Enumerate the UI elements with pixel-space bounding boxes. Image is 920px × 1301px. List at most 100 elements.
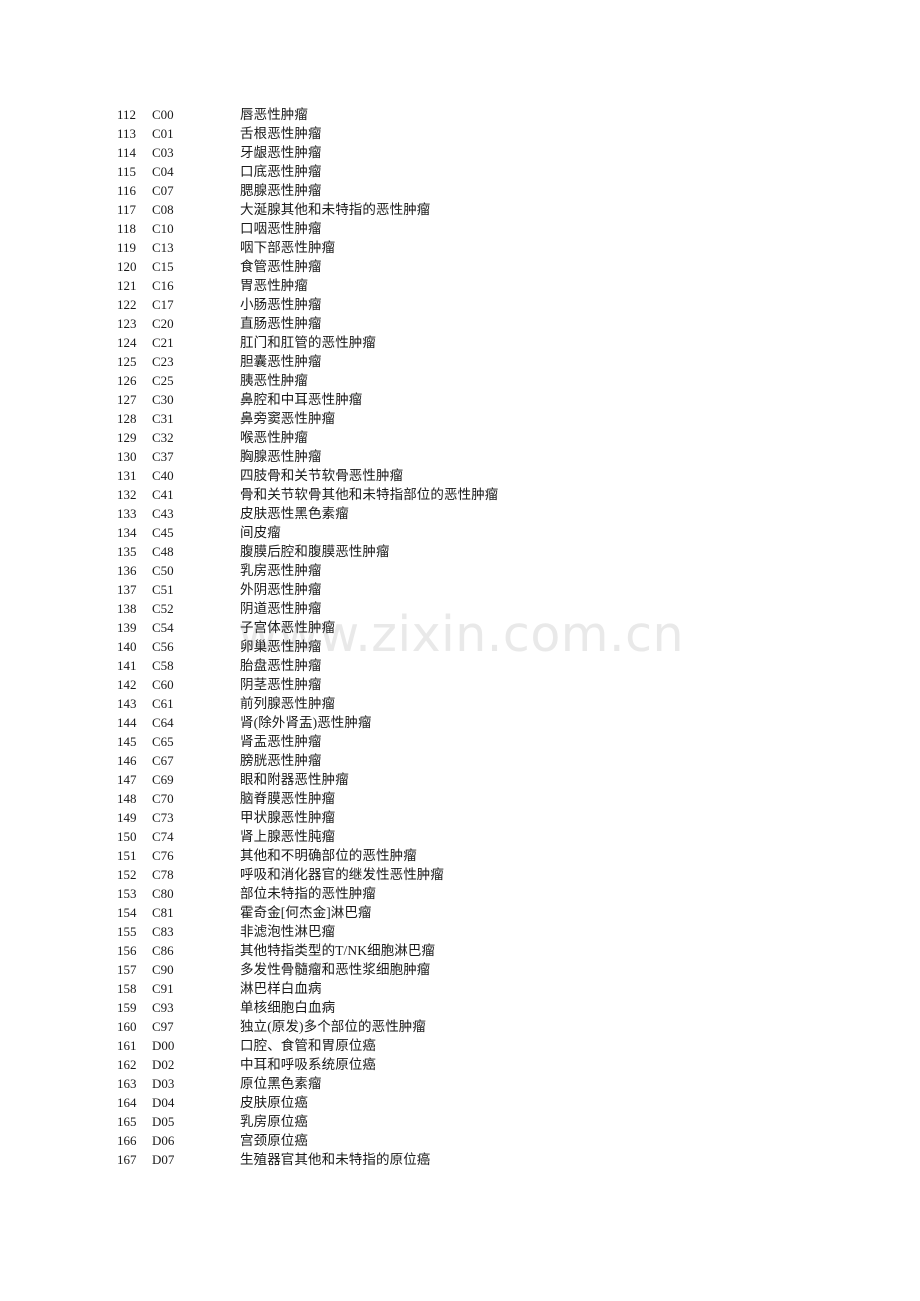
row-description: 口腔、食管和胃原位癌 xyxy=(240,1038,376,1053)
table-row: 134 C45 间皮瘤 xyxy=(0,523,498,542)
table-row: 142 C60 阴茎恶性肿瘤 xyxy=(0,675,498,694)
table-row: 161 D00 口腔、食管和胃原位癌 xyxy=(0,1036,498,1055)
row-description: 四肢骨和关节软骨恶性肿瘤 xyxy=(240,468,404,483)
row-icd-code: C86 xyxy=(152,943,174,958)
row-description: 鼻旁窦恶性肿瘤 xyxy=(240,411,336,426)
row-description: 其他和不明确部位的恶性肿瘤 xyxy=(240,848,417,863)
table-row: 139 C54 子宫体恶性肿瘤 xyxy=(0,618,498,637)
row-description: 舌根恶性肿瘤 xyxy=(240,126,322,141)
row-index: 161 xyxy=(117,1038,137,1053)
table-row: 136 C50 乳房恶性肿瘤 xyxy=(0,561,498,580)
icd-code-table: 112 C00 唇恶性肿瘤 113 C01 舌根恶性肿瘤 114 C03 牙龈恶性肿瘤 115 C0… xyxy=(0,105,498,1169)
row-description: 呼吸和消化器官的继发性恶性肿瘤 xyxy=(240,867,444,882)
row-icd-code: C60 xyxy=(152,677,174,692)
row-index: 159 xyxy=(117,1000,137,1015)
table-row: 113 C01 舌根恶性肿瘤 xyxy=(0,124,498,143)
row-index: 113 xyxy=(117,126,137,141)
row-index: 139 xyxy=(117,620,137,635)
table-row: 120 C15 食管恶性肿瘤 xyxy=(0,257,498,276)
row-description: 阴茎恶性肿瘤 xyxy=(240,677,322,692)
table-row: 112 C00 唇恶性肿瘤 xyxy=(0,105,498,124)
row-description: 胸腺恶性肿瘤 xyxy=(240,449,322,464)
table-row: 155 C83 非滤泡性淋巴瘤 xyxy=(0,922,498,941)
row-index: 155 xyxy=(117,924,137,939)
row-index: 117 xyxy=(117,202,137,217)
row-icd-code: C21 xyxy=(152,335,174,350)
row-index: 145 xyxy=(117,734,137,749)
row-icd-code: D07 xyxy=(152,1152,175,1167)
table-row: 149 C73 甲状腺恶性肿瘤 xyxy=(0,808,498,827)
row-icd-code: D05 xyxy=(152,1114,175,1129)
table-row: 157 C90 多发性骨髓瘤和恶性浆细胞肿瘤 xyxy=(0,960,498,979)
row-description: 甲状腺恶性肿瘤 xyxy=(240,810,336,825)
row-icd-code: C61 xyxy=(152,696,174,711)
row-index: 154 xyxy=(117,905,137,920)
row-icd-code: C00 xyxy=(152,107,174,122)
row-icd-code: C81 xyxy=(152,905,174,920)
table-row: 145 C65 肾盂恶性肿瘤 xyxy=(0,732,498,751)
row-index: 122 xyxy=(117,297,137,312)
row-icd-code: C32 xyxy=(152,430,174,445)
row-description: 非滤泡性淋巴瘤 xyxy=(240,924,336,939)
row-description: 生殖器官其他和未特指的原位癌 xyxy=(240,1152,431,1167)
row-description: 部位未特指的恶性肿瘤 xyxy=(240,886,376,901)
row-index: 138 xyxy=(117,601,137,616)
table-row: 126 C25 胰恶性肿瘤 xyxy=(0,371,498,390)
row-description: 前列腺恶性肿瘤 xyxy=(240,696,336,711)
row-icd-code: C48 xyxy=(152,544,174,559)
row-index: 164 xyxy=(117,1095,137,1110)
row-description: 胎盘恶性肿瘤 xyxy=(240,658,322,673)
table-row: 162 D02 中耳和呼吸系统原位癌 xyxy=(0,1055,498,1074)
row-icd-code: C58 xyxy=(152,658,174,673)
row-icd-code: C13 xyxy=(152,240,174,255)
row-description: 喉恶性肿瘤 xyxy=(240,430,308,445)
table-row: 165 D05 乳房原位癌 xyxy=(0,1112,498,1131)
table-row: 164 D04 皮肤原位癌 xyxy=(0,1093,498,1112)
row-description: 皮肤原位癌 xyxy=(240,1095,308,1110)
table-row: 150 C74 肾上腺恶性肫瘤 xyxy=(0,827,498,846)
row-icd-code: D04 xyxy=(152,1095,175,1110)
row-description: 骨和关节软骨其他和未特指部位的恶性肿瘤 xyxy=(240,487,499,502)
row-index: 123 xyxy=(117,316,137,331)
table-row: 153 C80 部位未特指的恶性肿瘤 xyxy=(0,884,498,903)
row-index: 141 xyxy=(117,658,137,673)
row-index: 142 xyxy=(117,677,137,692)
row-index: 167 xyxy=(117,1152,137,1167)
table-row: 131 C40 四肢骨和关节软骨恶性肿瘤 xyxy=(0,466,498,485)
row-index: 120 xyxy=(117,259,137,274)
table-row: 117 C08 大涎腺其他和未特指的恶性肿瘤 xyxy=(0,200,498,219)
table-row: 143 C61 前列腺恶性肿瘤 xyxy=(0,694,498,713)
row-index: 133 xyxy=(117,506,137,521)
row-icd-code: C76 xyxy=(152,848,174,863)
row-icd-code: C08 xyxy=(152,202,174,217)
table-row: 158 C91 淋巴样白血病 xyxy=(0,979,498,998)
row-index: 163 xyxy=(117,1076,137,1091)
row-index: 115 xyxy=(117,164,137,179)
row-description: 其他特指类型的T/NK细胞淋巴瘤 xyxy=(240,943,436,958)
row-description: 眼和附器恶性肿瘤 xyxy=(240,772,349,787)
row-description: 阴道恶性肿瘤 xyxy=(240,601,322,616)
table-row: 122 C17 小肠恶性肿瘤 xyxy=(0,295,498,314)
table-row: 148 C70 脑脊膜恶性肿瘤 xyxy=(0,789,498,808)
row-icd-code: C69 xyxy=(152,772,174,787)
row-description: 口咽恶性肿瘤 xyxy=(240,221,322,236)
table-row: 124 C21 肛门和肛管的恶性肿瘤 xyxy=(0,333,498,352)
row-description: 肾上腺恶性肫瘤 xyxy=(240,829,336,844)
row-index: 118 xyxy=(117,221,137,236)
row-index: 128 xyxy=(117,411,137,426)
row-description: 大涎腺其他和未特指的恶性肿瘤 xyxy=(240,202,431,217)
row-description: 牙龈恶性肿瘤 xyxy=(240,145,322,160)
table-row: 133 C43 皮肤恶性黑色素瘤 xyxy=(0,504,498,523)
table-row: 114 C03 牙龈恶性肿瘤 xyxy=(0,143,498,162)
table-row: 163 D03 原位黑色素瘤 xyxy=(0,1074,498,1093)
row-description: 胃恶性肿瘤 xyxy=(240,278,308,293)
row-icd-code: D06 xyxy=(152,1133,175,1148)
table-row: 159 C93 单核细胞白血病 xyxy=(0,998,498,1017)
row-index: 156 xyxy=(117,943,137,958)
table-row: 116 C07 腮腺恶性肿瘤 xyxy=(0,181,498,200)
row-description: 口底恶性肿瘤 xyxy=(240,164,322,179)
row-description: 乳房恶性肿瘤 xyxy=(240,563,322,578)
row-description: 原位黑色素瘤 xyxy=(240,1076,322,1091)
row-icd-code: C56 xyxy=(152,639,174,654)
row-index: 129 xyxy=(117,430,137,445)
